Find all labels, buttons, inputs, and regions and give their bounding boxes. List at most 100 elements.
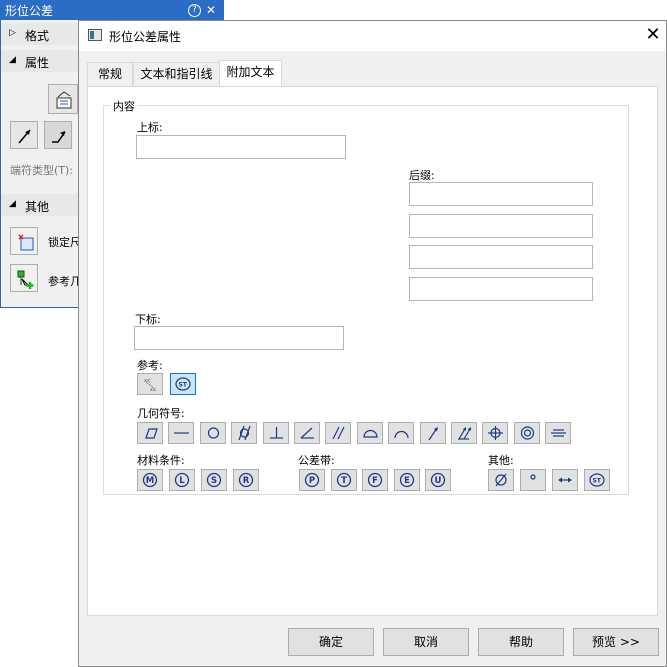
double-arrow-icon <box>558 477 572 483</box>
surface-profile-button[interactable] <box>356 422 383 444</box>
circularity-button[interactable] <box>199 422 226 444</box>
leader-bend-button[interactable] <box>44 121 72 149</box>
circled-e-icon: E <box>399 472 414 488</box>
svg-text:ST: ST <box>179 382 188 389</box>
panel-title-bar: 形位公差 ? ✕ <box>0 0 224 20</box>
degree-button[interactable] <box>520 469 546 491</box>
cylindricity-icon <box>238 425 251 441</box>
suffix-input-2[interactable] <box>409 214 593 238</box>
other-label: 其他: <box>488 454 514 467</box>
svg-text:U: U <box>435 476 442 486</box>
svg-text:E: E <box>404 476 410 486</box>
dialog-window-icon <box>88 29 102 41</box>
preview-button[interactable]: 预览 >> <box>573 628 659 656</box>
reference-dimension-icon: xxxx <box>144 378 156 392</box>
symmetry-button[interactable] <box>545 422 572 444</box>
section-other-label: 其他 <box>25 200 50 214</box>
total-runout-icon <box>458 427 471 440</box>
material-l-button[interactable]: L <box>169 469 195 491</box>
svg-text:T: T <box>341 476 347 486</box>
statistical-icon: ST <box>589 473 605 487</box>
leader-line-button[interactable] <box>10 121 38 149</box>
svg-text:xx: xx <box>150 387 156 392</box>
help-icon[interactable]: ? <box>188 4 201 17</box>
circular-runout-icon <box>428 427 438 441</box>
position-icon <box>488 426 504 440</box>
tolerance-zone-p-button[interactable]: P <box>299 469 325 491</box>
reference-geometry-button[interactable] <box>10 264 38 292</box>
parallelism-icon <box>332 426 345 440</box>
tab-additional-text[interactable]: 附加文本 <box>219 60 282 87</box>
circled-s-icon: S <box>206 472 222 488</box>
collapse-arrow-icon: ◢ <box>9 55 16 65</box>
circled-t-icon: T <box>336 472 351 488</box>
section-format-label: 格式 <box>25 29 50 43</box>
diameter-icon <box>495 473 507 487</box>
position-button[interactable] <box>482 422 509 444</box>
properties-icon <box>56 91 72 109</box>
straightness-button[interactable] <box>168 422 195 444</box>
lock-dimension-icon <box>18 234 34 251</box>
arrow-line-icon <box>18 129 31 144</box>
total-runout-button[interactable] <box>451 422 477 444</box>
parallelism-button[interactable] <box>325 422 352 444</box>
perpendicularity-icon <box>269 427 283 439</box>
material-s-button[interactable]: S <box>201 469 227 491</box>
between-button[interactable] <box>552 469 578 491</box>
concentricity-button[interactable] <box>513 422 540 444</box>
section-properties-label: 属性 <box>25 56 50 70</box>
tolerance-zone-e-button[interactable]: E <box>393 469 420 491</box>
content-group-label: 内容 <box>110 98 138 114</box>
tab-general[interactable]: 常规 <box>87 62 133 86</box>
panel-title: 形位公差 <box>5 4 54 18</box>
svg-text:F: F <box>372 476 378 486</box>
collapse-arrow-icon: ◢ <box>9 199 16 209</box>
ok-button[interactable]: 确定 <box>288 628 374 656</box>
close-icon[interactable]: ✕ <box>643 25 663 45</box>
line-profile-button[interactable] <box>388 422 415 444</box>
cylindricity-button[interactable] <box>231 422 258 444</box>
properties-icon-button[interactable] <box>48 84 78 114</box>
material-m-button[interactable]: M <box>137 469 163 491</box>
dialog-title-bar: 形位公差属性 ✕ <box>79 21 666 51</box>
bent-arrow-icon <box>52 131 66 143</box>
svg-text:P: P <box>309 476 315 486</box>
material-condition-label: 材料条件: <box>137 454 185 467</box>
svg-text:ST: ST <box>593 478 602 485</box>
cancel-button[interactable]: 取消 <box>383 628 469 656</box>
angularity-button[interactable] <box>294 422 320 444</box>
line-profile-icon <box>394 430 409 439</box>
close-icon[interactable]: ✕ <box>204 3 218 17</box>
tolerance-zone-f-button[interactable]: F <box>362 469 388 491</box>
statistical-tolerance-button[interactable]: ST <box>170 373 196 395</box>
tab-text-leader[interactable]: 文本和指引线 <box>133 62 220 86</box>
tolerance-zone-t-button[interactable]: T <box>330 469 357 491</box>
straightness-icon <box>174 432 190 434</box>
suffix-input-1[interactable] <box>409 182 593 206</box>
lock-label: 锁定尺 <box>48 236 81 249</box>
svg-text:R: R <box>243 476 250 486</box>
perpendicularity-button[interactable] <box>262 422 289 444</box>
superscript-input[interactable] <box>136 135 346 159</box>
suffix-input-4[interactable] <box>409 277 593 301</box>
diameter-button[interactable] <box>488 469 514 491</box>
material-r-button[interactable]: R <box>233 469 259 491</box>
circled-u-icon: U <box>430 472 446 488</box>
concentricity-icon <box>520 426 534 440</box>
svg-text:S: S <box>211 476 217 486</box>
statistical-button[interactable]: ST <box>584 469 610 491</box>
suffix-input-3[interactable] <box>409 245 593 269</box>
reference-dimension-button[interactable]: xx xx <box>137 373 163 395</box>
circled-m-icon: M <box>142 472 158 488</box>
tolerance-zone-u-button[interactable]: U <box>425 469 451 491</box>
circularity-icon <box>207 427 219 439</box>
help-button[interactable]: 帮助 <box>478 628 564 656</box>
tolerance-zone-label: 公差带: <box>298 454 335 467</box>
suffix-label: 后缀: <box>409 169 435 182</box>
circled-l-icon: L <box>174 472 190 488</box>
circular-runout-button[interactable] <box>419 422 446 444</box>
flatness-button[interactable] <box>137 422 163 444</box>
subscript-input[interactable] <box>134 326 344 350</box>
lock-button[interactable] <box>10 227 38 255</box>
reference-geometry-icon <box>17 270 34 289</box>
